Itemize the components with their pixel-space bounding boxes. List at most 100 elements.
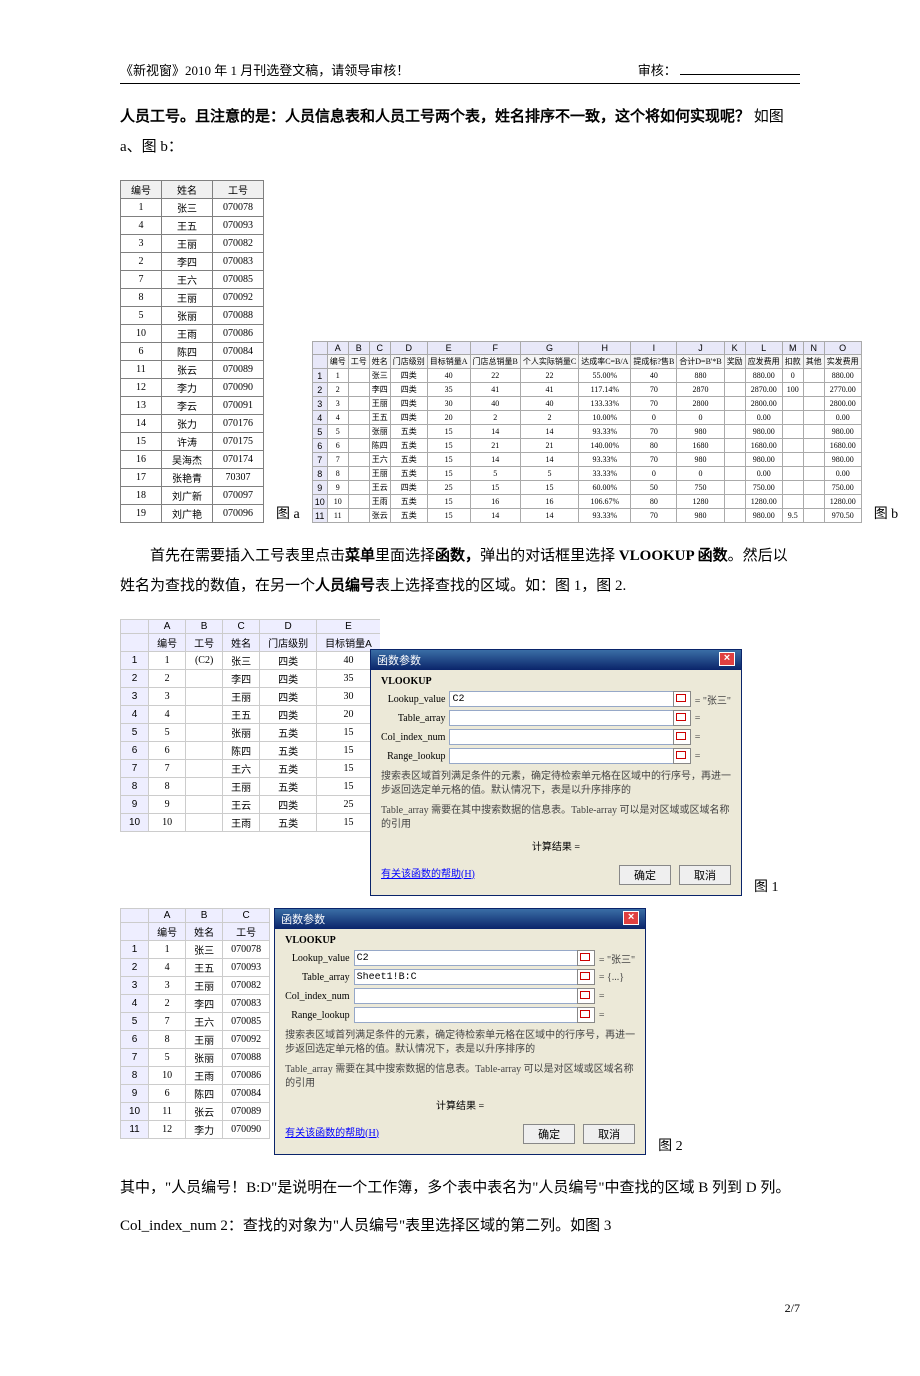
tblB-cell: 980.00 xyxy=(824,425,861,439)
tblB-header: 门店总销量B xyxy=(470,355,520,369)
help-text-1: 搜索表区域首列满足条件的元素，确定待检索单元格在区域中的行序号，再进一步返回选定… xyxy=(285,1029,635,1057)
tblB-cell xyxy=(782,439,803,453)
range-selector-icon[interactable] xyxy=(577,969,595,985)
cancel-button[interactable]: 取消 xyxy=(583,1124,635,1144)
col-letter: D xyxy=(390,342,427,355)
dialog-2: 函数参数×VLOOKUPLookup_value= "张三"Table_arra… xyxy=(274,908,646,1155)
close-icon[interactable]: × xyxy=(719,652,735,666)
tblB-cell: 王云 xyxy=(369,481,390,495)
row-num: 10 xyxy=(121,1103,149,1121)
tblB-cell: 五类 xyxy=(390,495,427,509)
field-input[interactable] xyxy=(449,748,674,764)
tblB-cell: 0.00 xyxy=(745,411,782,425)
tblA-cell: 李云 xyxy=(162,397,213,415)
ok-button[interactable]: 确定 xyxy=(523,1124,575,1144)
tblA-cell: 张力 xyxy=(162,415,213,433)
tblB-cell xyxy=(348,369,369,383)
tblB-cell: 33.33% xyxy=(579,467,631,481)
tblB-cell: 五类 xyxy=(390,509,427,523)
col-letter: D xyxy=(260,620,317,634)
result-label: 计算结果 = xyxy=(381,838,731,853)
tblA-cell: 070084 xyxy=(213,343,264,361)
tblB-cell: 55.00% xyxy=(579,369,631,383)
tblB-cell: 980.00 xyxy=(745,509,782,523)
tblB-cell: 980.00 xyxy=(824,453,861,467)
field-input[interactable] xyxy=(354,969,579,985)
field-hint: = xyxy=(695,713,731,724)
p3a: VLOOKUP 函数 xyxy=(619,548,728,564)
col-letter: J xyxy=(677,342,724,355)
field-input[interactable] xyxy=(449,691,674,707)
sheet-cell: 王云 xyxy=(223,796,260,814)
sheet-cell: 070089 xyxy=(223,1103,270,1121)
tblB-cell: 2770.00 xyxy=(824,383,861,397)
tblB-header: 提成标?售B xyxy=(631,355,677,369)
col-letter: B xyxy=(348,342,369,355)
tblB-cell: 133.33% xyxy=(579,397,631,411)
sheet-cell: 王六 xyxy=(186,1013,223,1031)
range-selector-icon[interactable] xyxy=(577,1007,595,1023)
tblB-header: 编号 xyxy=(327,355,348,369)
range-selector-icon[interactable] xyxy=(577,950,595,966)
field-input[interactable] xyxy=(449,710,674,726)
tblB-cell: 15 xyxy=(427,509,470,523)
ok-button[interactable]: 确定 xyxy=(619,865,671,885)
tblB-cell: 41 xyxy=(470,383,520,397)
sheet-cell: 1 xyxy=(149,652,186,670)
sheet-cell: 1 xyxy=(149,941,186,959)
tblB-cell: 70 xyxy=(631,383,677,397)
tblB-cell: 14 xyxy=(470,453,520,467)
col-letter: A xyxy=(149,909,186,923)
cancel-button[interactable]: 取消 xyxy=(679,865,731,885)
range-selector-icon[interactable] xyxy=(673,710,691,726)
field-input[interactable] xyxy=(354,950,579,966)
sheet-cell: 6 xyxy=(149,1085,186,1103)
row-num: 8 xyxy=(312,467,327,481)
sheet-cell: 070085 xyxy=(223,1013,270,1031)
field-label: Range_lookup xyxy=(381,751,445,762)
range-selector-icon[interactable] xyxy=(673,691,691,707)
sheet-cell: 8 xyxy=(149,778,186,796)
col-letter: C xyxy=(369,342,390,355)
tblB-cell xyxy=(803,383,824,397)
tblB-cell xyxy=(724,495,745,509)
tblB-cell: 80 xyxy=(631,495,677,509)
field-input[interactable] xyxy=(354,988,579,1004)
col-letter: I xyxy=(631,342,677,355)
tblB-cell: 0 xyxy=(782,369,803,383)
tblB-cell: 20 xyxy=(427,411,470,425)
close-icon[interactable]: × xyxy=(623,911,639,925)
tblB-cell: 15 xyxy=(470,481,520,495)
col-letter: B xyxy=(186,909,223,923)
sheet-cell: 070092 xyxy=(223,1031,270,1049)
tblB-cell: 10 xyxy=(327,495,348,509)
tblA-cell: 070089 xyxy=(213,361,264,379)
tblB-cell: 2800.00 xyxy=(745,397,782,411)
tblB-cell xyxy=(803,495,824,509)
tblB-cell: 70 xyxy=(631,397,677,411)
tblB-cell xyxy=(724,509,745,523)
p2d: 函数， xyxy=(435,548,480,564)
field-input[interactable] xyxy=(354,1007,579,1023)
row-num: 7 xyxy=(121,760,149,778)
sheet-header: 门店级别 xyxy=(260,634,317,652)
sheet-cell: 李力 xyxy=(186,1121,223,1139)
range-selector-icon[interactable] xyxy=(673,729,691,745)
sheet-cell: 王丽 xyxy=(186,977,223,995)
row-num: 2 xyxy=(121,670,149,688)
help-link[interactable]: 有关该函数的帮助(H) xyxy=(285,1124,379,1139)
paragraph-1: 人员工号。且注意的是：人员信息表和人员工号两个表，姓名排序不一致，这个将如何实现… xyxy=(120,102,800,162)
range-selector-icon[interactable] xyxy=(673,748,691,764)
dialog-title: 函数参数 xyxy=(377,652,421,668)
sheet-cell: 四类 xyxy=(260,688,317,706)
tblA-cell: 070078 xyxy=(213,199,264,217)
tblB-cell: 70 xyxy=(631,453,677,467)
col-letter: H xyxy=(579,342,631,355)
range-selector-icon[interactable] xyxy=(577,988,595,1004)
row-num: 4 xyxy=(121,995,149,1013)
tblA-cell: 王六 xyxy=(162,271,213,289)
field-input[interactable] xyxy=(449,729,674,745)
tblB-header: 扣款 xyxy=(782,355,803,369)
help-link[interactable]: 有关该函数的帮助(H) xyxy=(381,865,475,880)
tblB-cell xyxy=(782,453,803,467)
